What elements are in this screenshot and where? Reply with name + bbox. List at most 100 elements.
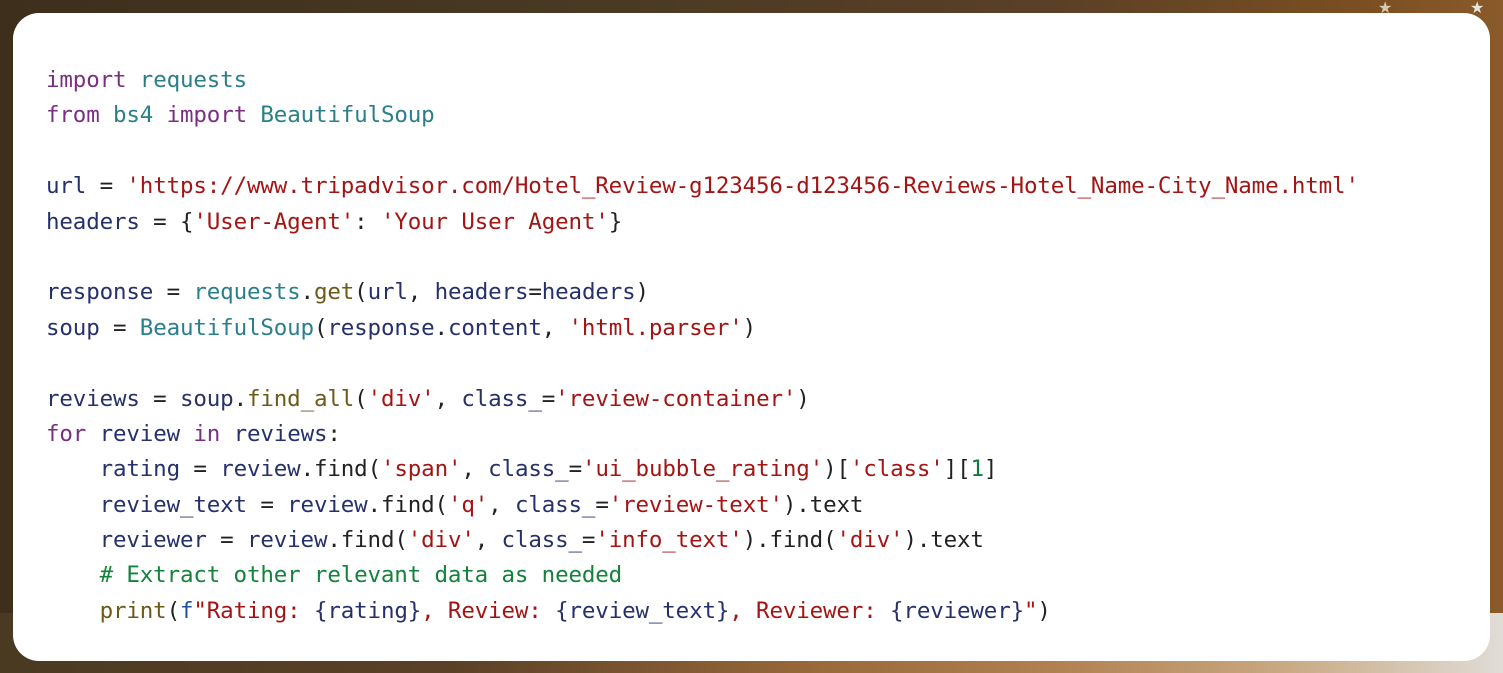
code-token-pn: [46, 527, 100, 553]
code-token-pn: .find(: [367, 491, 449, 518]
code-token-pn: ,: [461, 456, 489, 483]
code-token-str: 'User-Agent': [193, 208, 355, 235]
code-line: url = 'https://www.tripadvisor.com/Hotel…: [46, 169, 1490, 204]
code-token-var: headers: [434, 279, 529, 306]
code-token-pn: (: [354, 279, 368, 306]
code-token-var: soup: [179, 385, 234, 412]
code-token-var: review: [220, 456, 301, 483]
code-line: import requests: [46, 63, 1490, 98]
code-token-pn: =: [206, 527, 247, 554]
code-token-var: reviewer: [99, 527, 207, 554]
code-token-pn: =: [246, 491, 288, 518]
code-token-kw: import: [46, 67, 127, 93]
code-token-pn: :: [327, 420, 341, 447]
code-token-pn: ): [1037, 597, 1051, 624]
code-token-pn: ): [635, 279, 650, 306]
code-token-pn: [46, 456, 100, 482]
code-token-mod: bs4: [113, 102, 154, 129]
code-line: rating = review.find('span', class_='ui_…: [46, 452, 1490, 487]
code-token-fn: get: [313, 279, 355, 306]
code-token-str: 'https://www.tripadvisor.com/Hotel_Revie…: [126, 173, 1359, 200]
code-token-pn: ): [742, 314, 757, 341]
code-token-pn: [153, 102, 166, 128]
code-line: reviewer = review.find('div', class_='in…: [46, 523, 1490, 558]
code-token-pn: .: [233, 385, 248, 412]
code-token-pn: =: [99, 314, 140, 341]
code-token-str: 'div': [367, 385, 435, 412]
code-token-pn: :: [354, 208, 381, 235]
code-token-var: response: [46, 279, 154, 306]
code-token-pn: [180, 421, 193, 447]
code-line: response = requests.get(url, headers=hea…: [46, 275, 1490, 310]
code-token-str: 'review-container': [555, 385, 797, 412]
code-snippet-card: import requests from bs4 import Beautiful…: [13, 13, 1490, 661]
code-token-pn: ,: [407, 279, 435, 306]
code-token-var: class_: [461, 385, 542, 412]
code-token-pn: [247, 102, 260, 128]
code-token-str: ": [1024, 597, 1038, 624]
code-token-var: {rating}: [313, 597, 422, 624]
code-token-var: headers: [541, 279, 636, 306]
code-token-pn: ).text: [782, 491, 864, 518]
code-token-pn: ,: [488, 491, 515, 518]
code-token-pn: ): [796, 385, 810, 412]
code-token-pn: [46, 562, 100, 588]
code-token-mod: BeautifulSoup: [260, 102, 435, 129]
code-line: soup = BeautifulSoup(response.content, '…: [46, 311, 1490, 346]
code-token-var: class_: [514, 491, 596, 518]
code-token-str: 'html.parser': [568, 314, 743, 341]
code-token-pn: [86, 421, 99, 447]
code-token-pn: (: [313, 314, 328, 341]
code-token-str: 'q': [447, 491, 489, 518]
code-token-var: url: [46, 173, 87, 200]
code-token-var: review: [246, 527, 328, 554]
code-token-str: 'Your User Agent': [380, 208, 609, 235]
code-token-pn: ]: [983, 456, 998, 483]
code-token-pn: ,: [474, 527, 502, 554]
code-token-kw: import: [166, 102, 248, 129]
code-token-fn: find_all: [246, 385, 355, 412]
code-token-str: 'class': [849, 456, 944, 483]
code-token-var: review_text: [99, 491, 248, 518]
code-token-pn: =: [528, 279, 542, 306]
code-token-pn: =: [179, 456, 221, 483]
code-token-pn: [100, 102, 113, 128]
code-token-var: review: [99, 420, 181, 447]
code-token-pn: (: [354, 385, 368, 412]
code-token-num: 1: [970, 456, 984, 483]
code-token-str: 'span': [380, 456, 462, 483]
code-token-pn: =: [139, 385, 180, 412]
code-token-pn: =: [568, 456, 583, 483]
code-token-var: class_: [501, 527, 583, 554]
code-token-pn: ][: [943, 456, 971, 483]
code-line: review_text = review.find('q', class_='r…: [46, 488, 1490, 523]
code-token-pn: (: [367, 456, 382, 483]
code-token-pn: [46, 598, 100, 624]
code-token-pn: .: [434, 314, 449, 341]
code-token-mod: requests: [193, 279, 301, 306]
code-token-var: review: [287, 491, 368, 518]
code-token-var: {reviewer}: [890, 597, 1024, 624]
code-line: # Extract other relevant data as needed: [46, 558, 1490, 593]
code-token-pn: =: [86, 173, 127, 200]
code-token-var: response: [327, 314, 435, 341]
code-token-var: class_: [488, 456, 569, 483]
code-token-var: headers: [46, 208, 140, 235]
code-token-fn: print: [99, 597, 167, 624]
code-token-str: 'info_text': [595, 527, 743, 554]
code-token-str: , Review:: [421, 597, 556, 624]
code-token-str: 'div': [407, 527, 475, 554]
code-line: headers = {'User-Agent': 'Your User Agen…: [46, 205, 1490, 240]
code-token-pn: [220, 421, 233, 447]
code-line: for review in reviews:: [46, 417, 1490, 452]
code-token-str: , Reviewer:: [729, 597, 891, 624]
code-token-pn: )[: [823, 456, 850, 483]
code-token-mod: BeautifulSoup: [139, 314, 314, 341]
code-token-pn: .find(: [327, 527, 408, 554]
code-token-var: url: [367, 279, 408, 306]
code-token-pn: =: [541, 385, 556, 412]
code-token-cm: # Extract other relevant data as needed: [99, 562, 623, 589]
code-token-pn: ,: [434, 385, 462, 412]
